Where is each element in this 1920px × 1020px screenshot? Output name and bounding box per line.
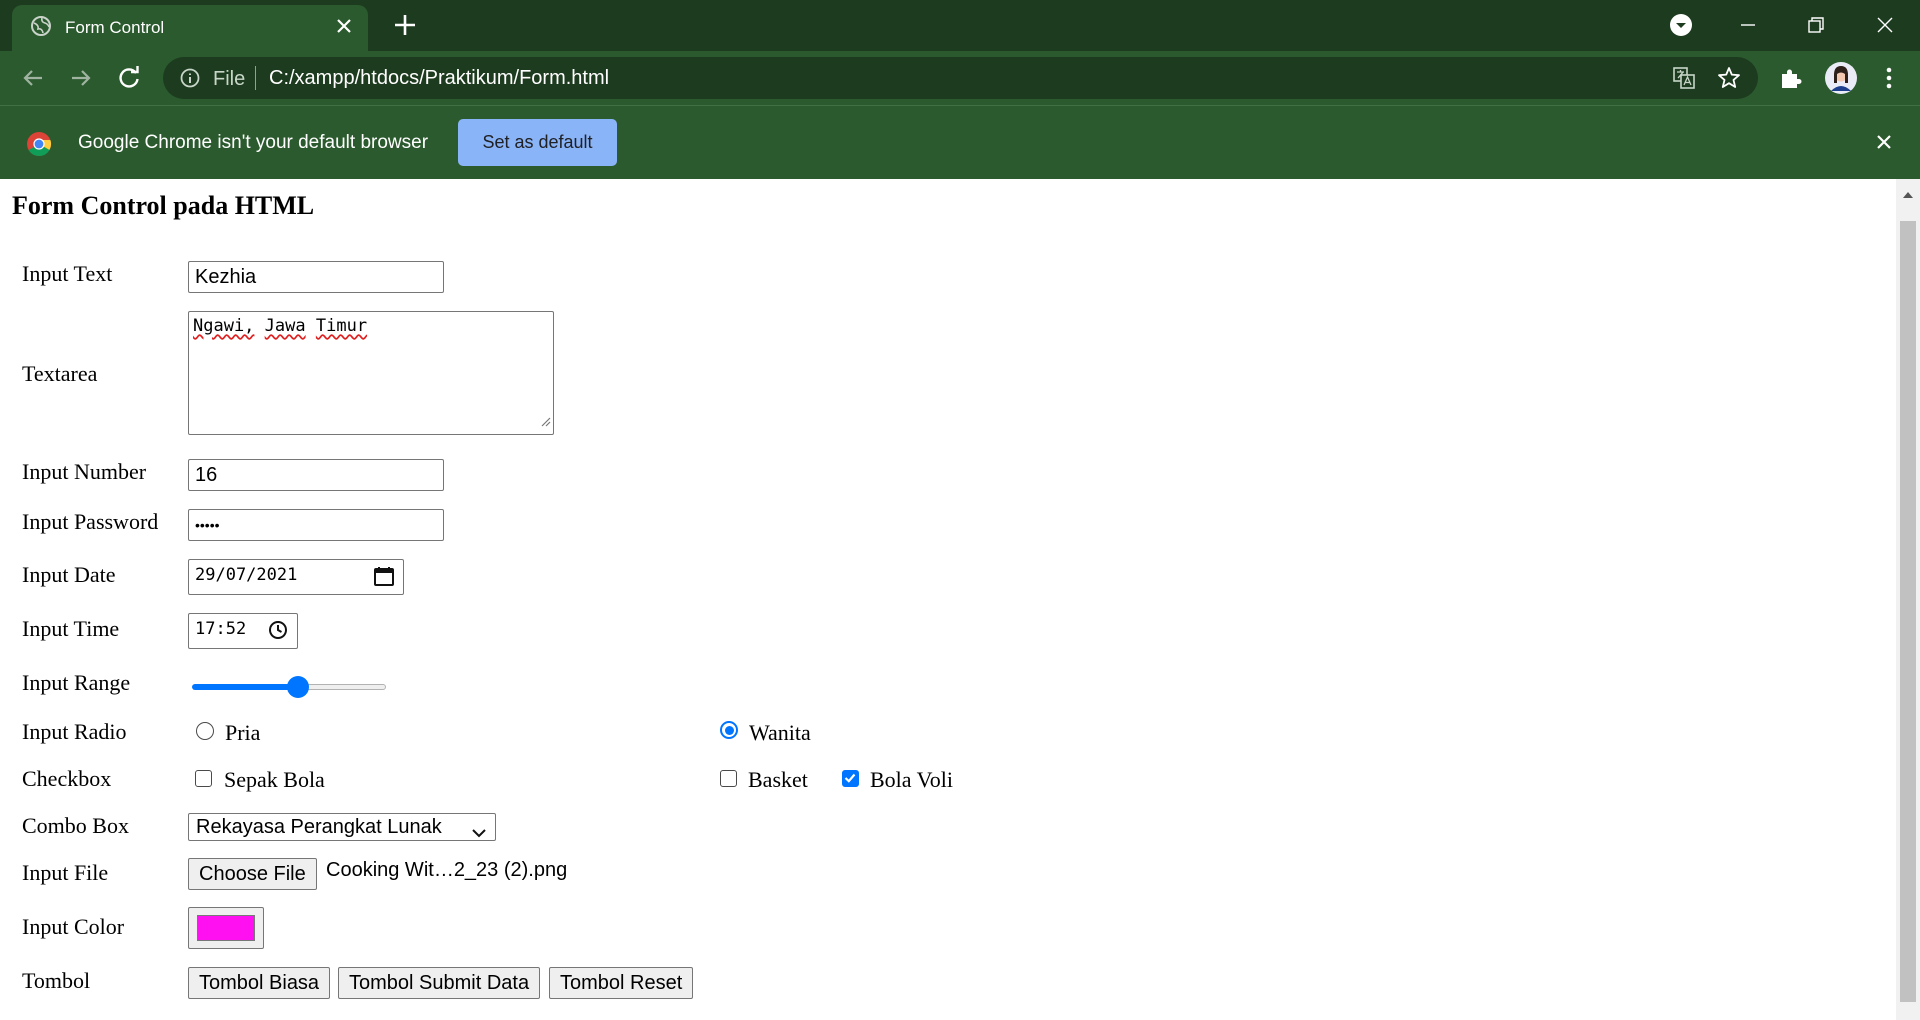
- combo-box-select[interactable]: Rekayasa Perangkat Lunak: [188, 813, 496, 841]
- star-icon[interactable]: [1716, 65, 1742, 96]
- input-radio-label: Input Radio: [22, 719, 127, 744]
- scrollbar-thumb[interactable]: [1900, 221, 1916, 1002]
- divider: [255, 66, 256, 90]
- resize-handle-icon[interactable]: [539, 412, 551, 432]
- color-picker[interactable]: [188, 907, 264, 949]
- info-icon[interactable]: [179, 67, 201, 94]
- chevron-down-icon: [471, 821, 487, 845]
- date-value: 29/07/2021: [195, 565, 298, 585]
- input-text-label: Input Text: [22, 261, 113, 286]
- file-name: Cooking Wit…2_23 (2).png: [326, 859, 568, 881]
- page-title: Form Control pada HTML: [12, 191, 315, 220]
- radio-wanita[interactable]: [720, 721, 738, 739]
- input-time-label: Input Time: [22, 616, 120, 641]
- combo-box-label: Combo Box: [22, 813, 129, 838]
- range-track-filled: [192, 684, 298, 690]
- tombol-label: Tombol: [22, 968, 91, 993]
- radio-label-pria: Pria: [225, 720, 261, 745]
- checkbox-label-sepak-bola: Sepak Bola: [224, 767, 325, 792]
- extensions-icon[interactable]: [1778, 65, 1804, 91]
- combo-box-value: Rekayasa Perangkat Lunak: [196, 816, 442, 838]
- plus-icon[interactable]: [392, 12, 418, 38]
- input-file-label: Input File: [22, 860, 109, 885]
- close-window-icon[interactable]: [1870, 10, 1900, 40]
- password-input[interactable]: •••••: [188, 509, 444, 541]
- tombol-reset-button[interactable]: Tombol Reset: [549, 967, 694, 999]
- close-icon[interactable]: [332, 14, 356, 38]
- checkbox-label-bola-voli: Bola Voli: [870, 767, 953, 792]
- tombol-biasa-button[interactable]: Tombol Biasa: [188, 967, 331, 999]
- range-track: [297, 684, 386, 690]
- url-scheme: File: [213, 68, 246, 90]
- clock-icon[interactable]: [267, 619, 289, 649]
- toolbar: File C:/xampp/htdocs/Praktikum/Form.html: [0, 51, 1920, 105]
- minimize-icon[interactable]: [1733, 10, 1763, 40]
- input-number-label: Input Number: [22, 459, 147, 484]
- time-value: 17:52: [195, 619, 247, 639]
- color-swatch: [197, 915, 255, 941]
- reload-icon[interactable]: [116, 65, 142, 91]
- page-content: Form Control pada HTML Input Text Kezhia…: [0, 179, 1896, 1020]
- url-text[interactable]: C:/xampp/htdocs/Praktikum/Form.html: [269, 67, 609, 90]
- input-date-label: Input Date: [22, 562, 116, 587]
- globe-icon: [30, 15, 52, 42]
- radio-label-wanita: Wanita: [749, 720, 811, 745]
- textarea-field[interactable]: Ngawi, Jawa Timur: [188, 311, 554, 435]
- checkbox-label: Checkbox: [22, 766, 112, 791]
- radio-pria[interactable]: [196, 722, 214, 740]
- tab-title: Form Control: [65, 18, 165, 37]
- input-password-label: Input Password: [22, 509, 159, 534]
- scrollbar[interactable]: [1896, 179, 1920, 1020]
- avatar[interactable]: [1824, 61, 1858, 95]
- forward-icon[interactable]: [68, 65, 94, 91]
- checkbox-label-basket: Basket: [748, 767, 808, 792]
- infobar-message: Google Chrome isn't your default browser: [78, 132, 429, 153]
- checkmark-icon: [844, 773, 856, 783]
- checkbox-bola-voli[interactable]: [842, 770, 859, 787]
- scroll-up-icon[interactable]: [1902, 187, 1914, 205]
- checkbox-basket[interactable]: [720, 770, 737, 787]
- textarea-word: Ngawi,: [193, 316, 255, 336]
- range-thumb[interactable]: [286, 676, 309, 698]
- number-input[interactable]: 16: [188, 459, 444, 491]
- restore-icon[interactable]: [1801, 10, 1831, 40]
- input-range-label: Input Range: [22, 670, 131, 695]
- default-browser-infobar: Google Chrome isn't your default browser…: [0, 105, 1920, 179]
- textarea-word: Timur: [315, 316, 368, 336]
- calendar-icon[interactable]: [373, 565, 395, 595]
- date-input[interactable]: 29/07/2021: [188, 559, 404, 595]
- input-color-label: Input Color: [22, 914, 125, 939]
- kebab-menu-icon[interactable]: [1876, 65, 1902, 91]
- tab-search-icon[interactable]: [1668, 12, 1694, 43]
- range-slider[interactable]: [192, 674, 386, 700]
- title-bar: Form Control: [0, 0, 1920, 51]
- close-icon[interactable]: [1874, 132, 1894, 157]
- back-icon[interactable]: [20, 65, 46, 91]
- choose-file-button[interactable]: Choose File: [188, 858, 317, 890]
- textarea-label: Textarea: [22, 361, 98, 386]
- tombol-submit-button[interactable]: Tombol Submit Data: [338, 967, 541, 999]
- address-bar[interactable]: File C:/xampp/htdocs/Praktikum/Form.html: [163, 57, 1758, 99]
- chrome-logo-icon: [26, 131, 52, 162]
- textarea-word: Jawa: [264, 316, 306, 336]
- tab-form-control[interactable]: Form Control: [12, 5, 368, 51]
- time-input[interactable]: 17:52: [188, 613, 298, 649]
- checkbox-sepak-bola[interactable]: [195, 770, 212, 787]
- set-as-default-button[interactable]: Set as default: [458, 119, 617, 166]
- translate-icon[interactable]: [1672, 66, 1696, 95]
- text-input[interactable]: Kezhia: [188, 261, 444, 293]
